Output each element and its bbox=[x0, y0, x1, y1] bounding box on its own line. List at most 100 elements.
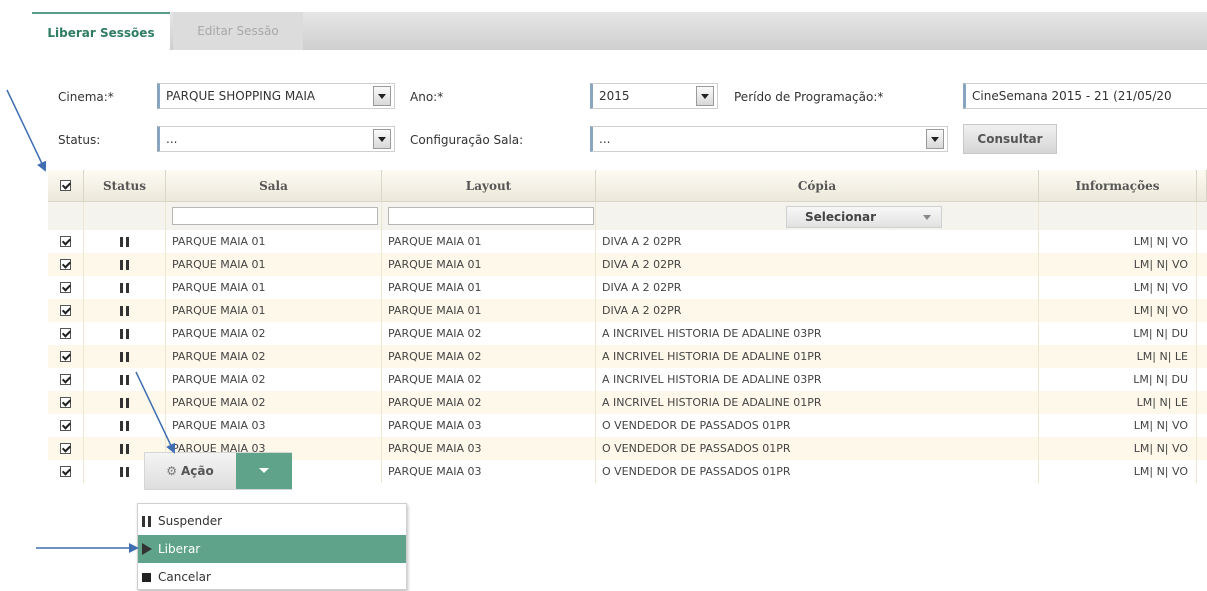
chevron-down-icon[interactable] bbox=[373, 86, 391, 106]
table-row[interactable]: PARQUE MAIA 01 PARQUE MAIA 01 DIVA A 2 02P… bbox=[48, 253, 1207, 276]
cinema-label: Cinema:* bbox=[58, 90, 114, 104]
row-checkbox[interactable] bbox=[60, 397, 71, 408]
status-label: Status: bbox=[58, 133, 101, 147]
sala-cell: PARQUE MAIA 01 bbox=[166, 230, 382, 253]
pause-icon bbox=[120, 236, 129, 247]
layout-filter-input[interactable] bbox=[388, 207, 594, 225]
row-select-cell bbox=[48, 253, 84, 276]
info-cell: LM| N| DU bbox=[1039, 368, 1197, 391]
select-all-cell bbox=[48, 170, 84, 201]
table-row[interactable]: PARQUE MAIA 01 PARQUE MAIA 01 DIVA A 2 02P… bbox=[48, 230, 1207, 253]
header-status[interactable]: Status bbox=[84, 170, 166, 201]
menu-item-label: Liberar bbox=[158, 542, 201, 556]
row-checkbox[interactable] bbox=[60, 259, 71, 270]
status-select[interactable]: ... bbox=[157, 126, 395, 152]
layout-cell: PARQUE MAIA 01 bbox=[382, 299, 596, 322]
menu-item-suspender[interactable]: Suspender bbox=[138, 507, 406, 535]
consultar-button[interactable]: Consultar bbox=[963, 124, 1057, 154]
config-sala-select[interactable]: ... bbox=[590, 126, 948, 152]
cinema-select[interactable]: PARQUE SHOPPING MAIA bbox=[157, 83, 395, 109]
table-row[interactable]: PARQUE MAIA 02 PARQUE MAIA 02 A INCRIVEL H… bbox=[48, 345, 1207, 368]
acao-button[interactable]: ⚙ Ação bbox=[144, 452, 292, 490]
status-cell bbox=[84, 299, 166, 322]
status-value: ... bbox=[166, 132, 178, 146]
row-checkbox[interactable] bbox=[60, 420, 71, 431]
row-checkbox[interactable] bbox=[60, 374, 71, 385]
info-cell: LM| N| VO bbox=[1039, 414, 1197, 437]
pause-icon bbox=[120, 305, 129, 316]
table-row[interactable]: PARQUE MAIA 01 PARQUE MAIA 01 DIVA A 2 02P… bbox=[48, 276, 1207, 299]
status-cell bbox=[84, 368, 166, 391]
tab-bar: Liberar Sessões Editar Sessão bbox=[32, 12, 1207, 50]
row-select-cell bbox=[48, 276, 84, 299]
pause-icon bbox=[120, 351, 129, 362]
periodo-select[interactable]: CineSemana 2015 - 21 (21/05/20 bbox=[963, 83, 1207, 109]
info-cell: LM| N| LE bbox=[1039, 345, 1197, 368]
table-row[interactable]: PARQUE MAIA 03PARQUE MAIA 03O VENDEDOR D… bbox=[48, 414, 1207, 437]
pause-icon bbox=[120, 282, 129, 293]
copia-filter-value: Selecionar bbox=[805, 210, 877, 224]
row-checkbox[interactable] bbox=[60, 443, 71, 454]
table-row[interactable]: PARQUE MAIA 02 PARQUE MAIA 02 A INCRIVEL H… bbox=[48, 322, 1207, 345]
row-checkbox[interactable] bbox=[60, 351, 71, 362]
tab-editar-sessao[interactable]: Editar Sessão bbox=[173, 12, 303, 50]
table-row[interactable]: PARQUE MAIA 01 PARQUE MAIA 01 DIVA A 2 02P… bbox=[48, 299, 1207, 322]
row-select-cell bbox=[48, 391, 84, 414]
extra-cell bbox=[1197, 391, 1207, 414]
table-row[interactable]: PARQUE MAIA 02 PARQUE MAIA 02 A INCRIVEL H… bbox=[48, 391, 1207, 414]
acao-button-label-wrap[interactable]: ⚙ Ação bbox=[145, 453, 235, 489]
layout-cell: PARQUE MAIA 01 bbox=[382, 230, 596, 253]
ano-select[interactable]: 2015 bbox=[590, 83, 718, 109]
header-layout[interactable]: Layout bbox=[382, 170, 596, 201]
sala-filter-input[interactable] bbox=[172, 207, 378, 225]
copia-cell: DIVA A 2 02PR bbox=[596, 230, 1039, 253]
extra-cell bbox=[1197, 414, 1207, 437]
header-informacoes[interactable]: Informações bbox=[1039, 170, 1197, 201]
row-checkbox[interactable] bbox=[60, 466, 71, 477]
status-cell bbox=[84, 345, 166, 368]
copia-cell: A INCRIVEL HISTORIA DE ADALINE 01PR bbox=[596, 391, 1039, 414]
menu-item-liberar[interactable]: Liberar bbox=[138, 535, 406, 563]
tab-liberar-sessoes[interactable]: Liberar Sessões bbox=[32, 12, 170, 50]
pause-icon bbox=[120, 397, 129, 408]
filter-cell-empty bbox=[48, 202, 84, 230]
sala-cell: PARQUE MAIA 02 bbox=[166, 391, 382, 414]
ano-value: 2015 bbox=[599, 89, 630, 103]
copia-filter-select[interactable]: Selecionar bbox=[786, 206, 942, 228]
extra-cell bbox=[1197, 276, 1207, 299]
row-select-cell bbox=[48, 345, 84, 368]
info-cell: LM| N| VO bbox=[1039, 437, 1197, 460]
header-copia[interactable]: Cópia bbox=[596, 170, 1039, 201]
row-checkbox[interactable] bbox=[60, 236, 71, 247]
chevron-down-icon[interactable] bbox=[926, 129, 944, 149]
sala-cell: PARQUE MAIA 01 bbox=[166, 299, 382, 322]
extra-cell bbox=[1197, 299, 1207, 322]
filter-cell-layout bbox=[382, 202, 596, 230]
copia-cell: A INCRIVEL HISTORIA DE ADALINE 01PR bbox=[596, 345, 1039, 368]
sala-cell: PARQUE MAIA 01 bbox=[166, 276, 382, 299]
copia-cell: O VENDEDOR DE PASSADOS 01PR bbox=[596, 437, 1039, 460]
row-select-cell bbox=[48, 368, 84, 391]
row-select-cell bbox=[48, 460, 84, 483]
row-checkbox[interactable] bbox=[60, 282, 71, 293]
chevron-down-icon[interactable] bbox=[373, 129, 391, 149]
info-cell: LM| N| VO bbox=[1039, 230, 1197, 253]
row-checkbox[interactable] bbox=[60, 328, 71, 339]
table-row[interactable]: PARQUE MAIA 02 PARQUE MAIA 02 A INCRIVEL H… bbox=[48, 368, 1207, 391]
sala-cell: PARQUE MAIA 02 bbox=[166, 368, 382, 391]
pause-icon bbox=[120, 328, 129, 339]
layout-cell: PARQUE MAIA 01 bbox=[382, 253, 596, 276]
row-checkbox[interactable] bbox=[60, 305, 71, 316]
acao-dropdown-toggle[interactable] bbox=[236, 453, 292, 489]
menu-item-cancelar[interactable]: Cancelar bbox=[138, 563, 406, 591]
sala-cell: PARQUE MAIA 02 bbox=[166, 322, 382, 345]
info-cell: LM| N| DU bbox=[1039, 322, 1197, 345]
select-all-checkbox[interactable] bbox=[60, 180, 71, 191]
info-cell: LM| N| VO bbox=[1039, 276, 1197, 299]
acao-menu: Suspender Liberar Cancelar bbox=[137, 503, 407, 590]
info-cell: LM| N| VO bbox=[1039, 299, 1197, 322]
header-sala[interactable]: Sala bbox=[166, 170, 382, 201]
chevron-down-icon[interactable] bbox=[696, 86, 714, 106]
row-select-cell bbox=[48, 437, 84, 460]
pause-icon bbox=[142, 515, 156, 527]
